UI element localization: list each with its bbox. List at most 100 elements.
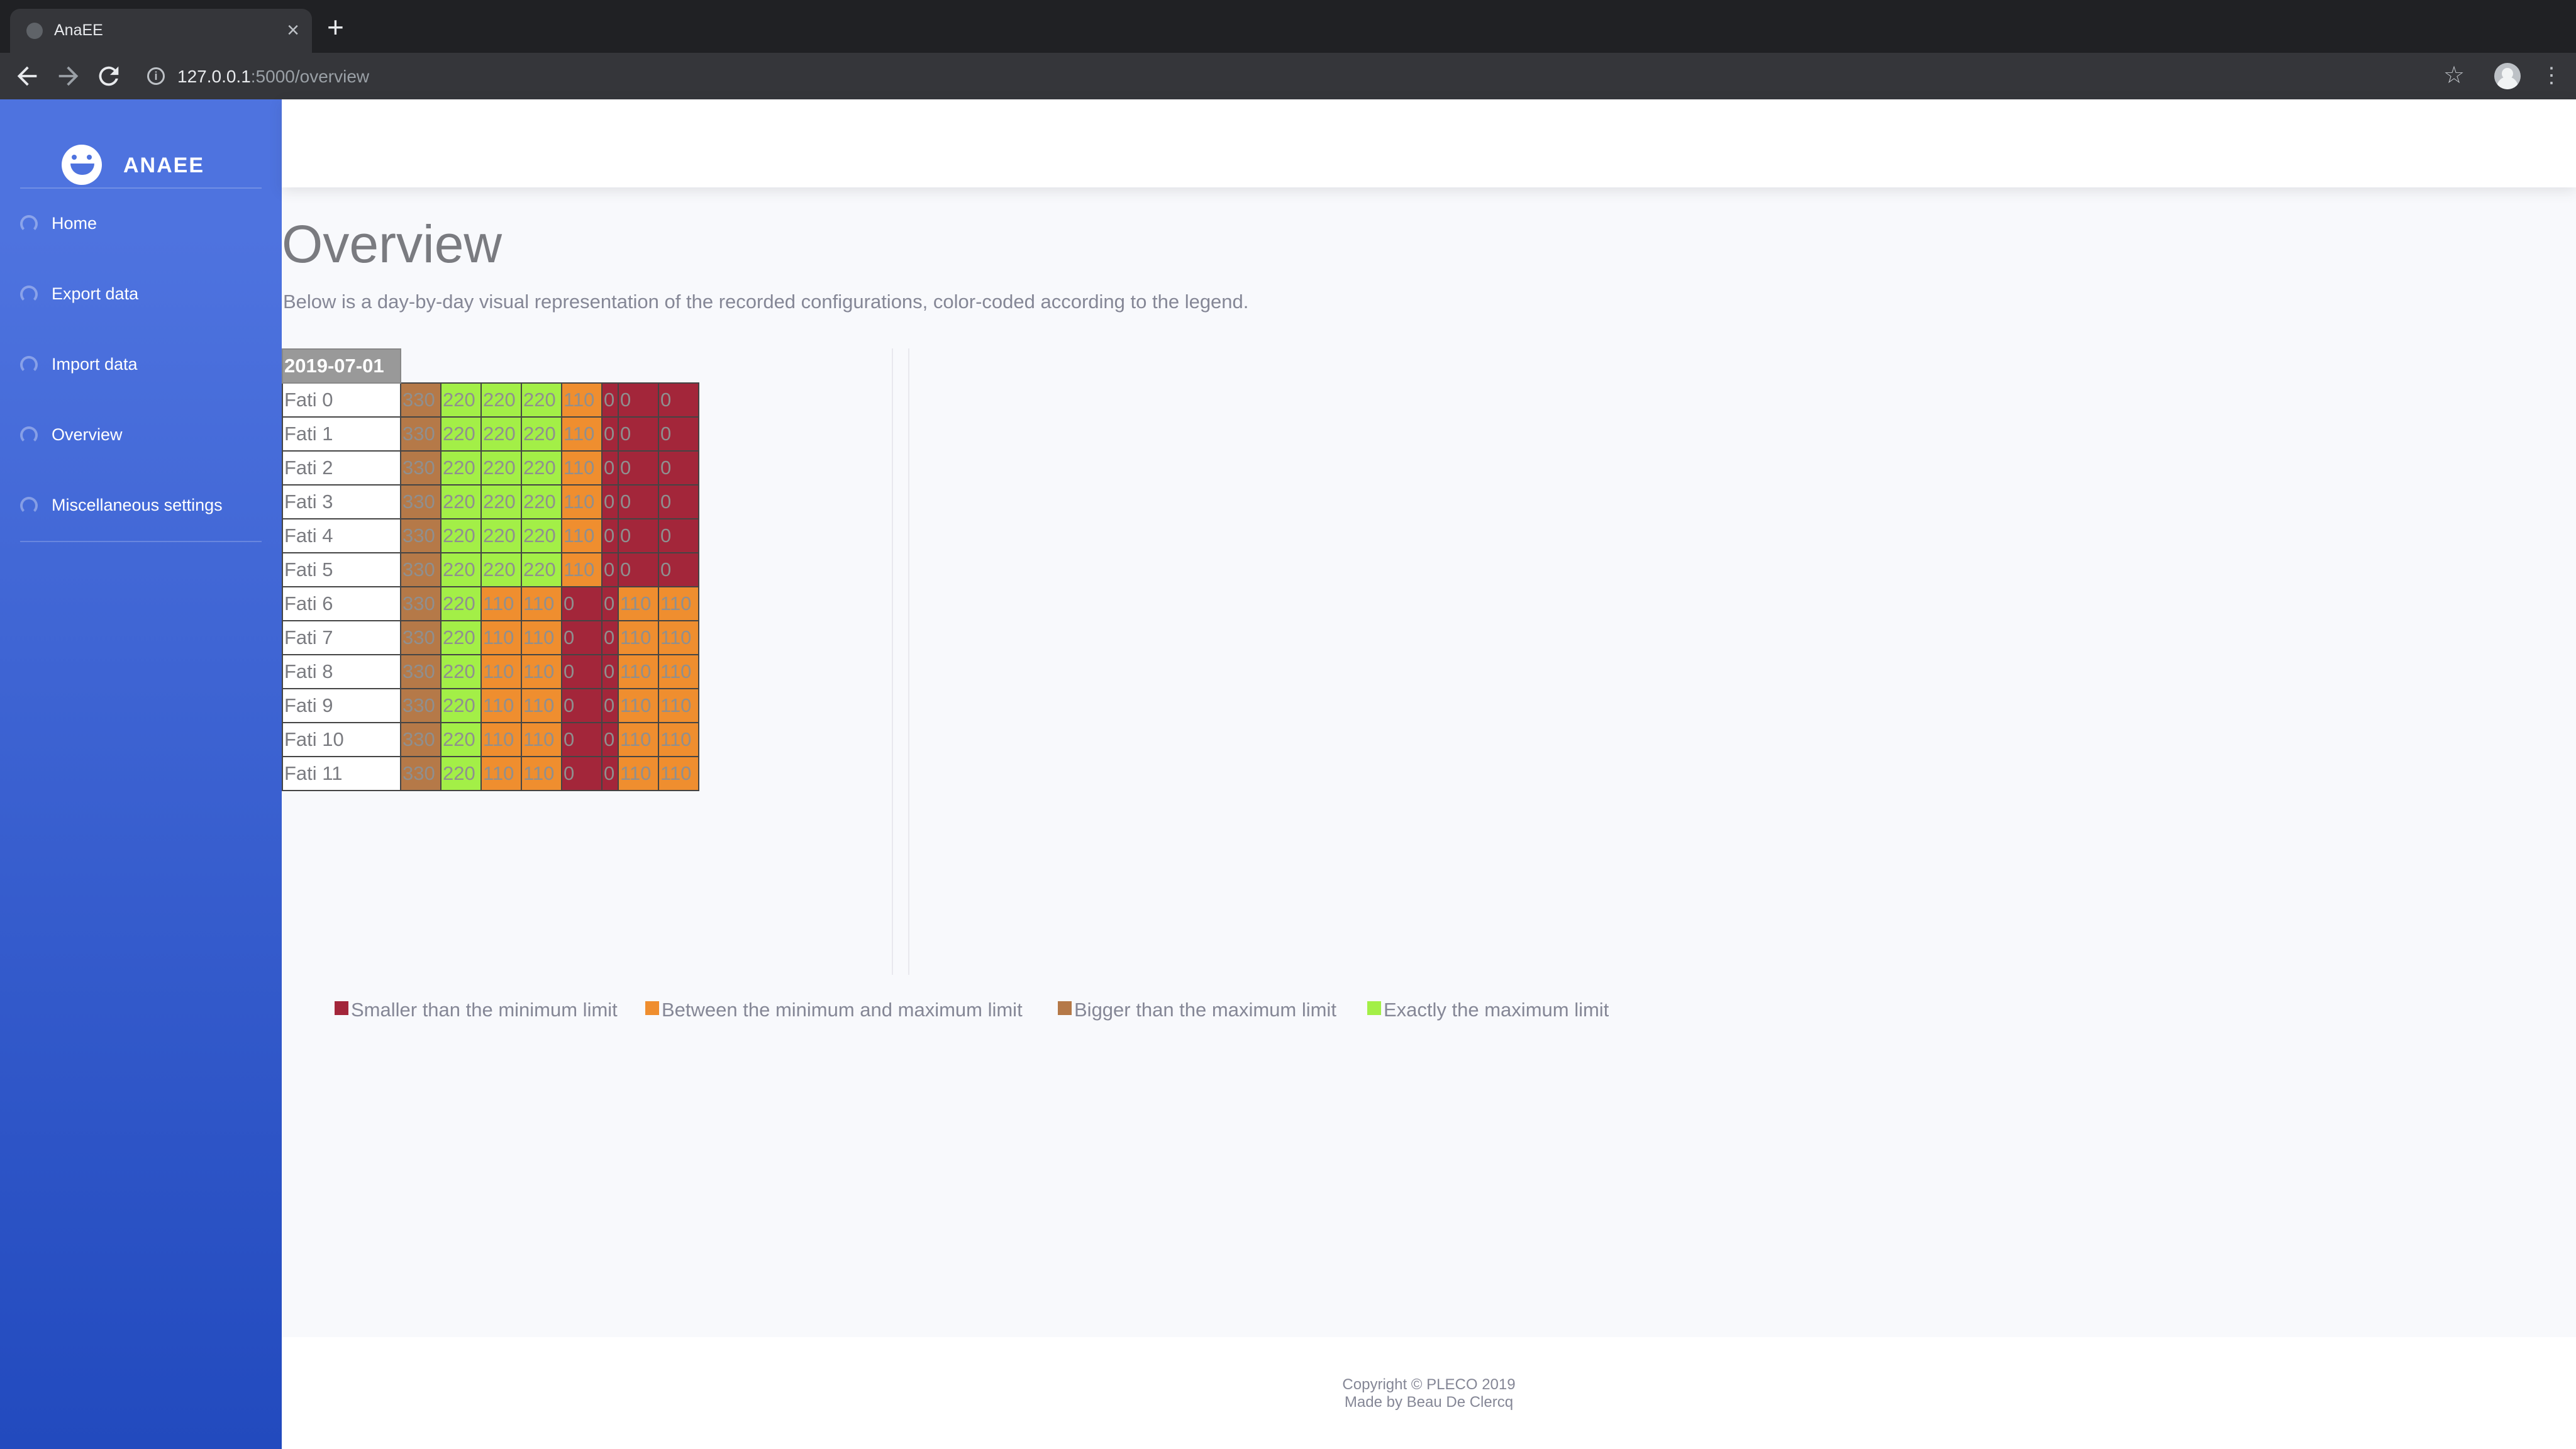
back-arrow-icon[interactable] xyxy=(13,62,42,91)
value-cell: 0 xyxy=(601,484,619,519)
value-cell: 110 xyxy=(658,620,699,655)
value-cell: 110 xyxy=(480,756,522,791)
value-cell: 0 xyxy=(601,586,619,621)
profile-avatar-icon[interactable] xyxy=(2494,63,2521,89)
row-label: Fati 2 xyxy=(282,450,401,486)
info-icon[interactable]: i xyxy=(147,67,165,85)
tachometer-icon xyxy=(20,426,38,444)
value-cell: 110 xyxy=(521,620,562,655)
value-cell: 0 xyxy=(618,416,659,452)
table-row: Fati 2 330 220 220 220 110 0 0 0 xyxy=(282,450,699,486)
table-row: Fati 3 330 220 220 220 110 0 0 0 xyxy=(282,484,699,519)
made-by-text: Made by Beau De Clercq xyxy=(1344,1394,1514,1411)
menu-kebab-icon[interactable]: ⋮ xyxy=(2541,60,2562,91)
value-cell: 330 xyxy=(400,586,441,621)
sidebar-item-label: Export data xyxy=(52,284,139,303)
browser-toolbar: i 127.0.0.1:5000/overview ☆ ⋮ xyxy=(0,53,2576,99)
value-cell: 110 xyxy=(618,688,659,723)
sidebar-item-label: Import data xyxy=(52,355,138,374)
page-description: Below is a day-by-day visual representat… xyxy=(283,291,1249,313)
value-cell: 0 xyxy=(561,756,602,791)
value-cell: 110 xyxy=(480,654,522,689)
value-cell: 110 xyxy=(658,756,699,791)
value-cell: 0 xyxy=(658,518,699,553)
value-cell: 220 xyxy=(440,382,482,418)
table-row: Fati 5 330 220 220 220 110 0 0 0 xyxy=(282,552,699,587)
value-cell: 0 xyxy=(618,484,659,519)
new-tab-icon[interactable]: + xyxy=(327,13,344,42)
legend-swatch xyxy=(1367,1001,1381,1015)
value-cell: 110 xyxy=(658,586,699,621)
value-cell: 110 xyxy=(561,416,602,452)
value-cell: 110 xyxy=(618,654,659,689)
value-cell: 330 xyxy=(400,382,441,418)
row-label: Fati 0 xyxy=(282,382,401,418)
sidebar: ANAEE Home Export data Import data Overv… xyxy=(0,99,282,1449)
value-cell: 110 xyxy=(480,688,522,723)
sidebar-brand[interactable]: ANAEE xyxy=(0,122,282,185)
table-row: Fati 4 330 220 220 220 110 0 0 0 xyxy=(282,518,699,553)
legend-swatch xyxy=(1058,1001,1072,1015)
row-label: Fati 8 xyxy=(282,654,401,689)
forward-arrow-icon[interactable] xyxy=(54,62,83,91)
sidebar-item-export-data[interactable]: Export data xyxy=(20,275,272,313)
value-cell: 0 xyxy=(561,620,602,655)
row-label: Fati 4 xyxy=(282,518,401,553)
sidebar-item-overview[interactable]: Overview xyxy=(20,416,272,454)
value-cell: 330 xyxy=(400,688,441,723)
value-cell: 0 xyxy=(601,620,619,655)
value-cell: 0 xyxy=(561,654,602,689)
reload-icon[interactable] xyxy=(94,62,123,91)
close-tab-icon[interactable]: × xyxy=(287,18,299,43)
value-cell: 330 xyxy=(400,552,441,587)
bookmark-star-icon[interactable]: ☆ xyxy=(2443,63,2465,88)
tachometer-icon xyxy=(20,356,38,374)
value-cell: 0 xyxy=(658,416,699,452)
value-cell: 0 xyxy=(601,382,619,418)
table-row: Fati 1 330 220 220 220 110 0 0 0 xyxy=(282,416,699,452)
value-cell: 330 xyxy=(400,450,441,486)
sidebar-item-home[interactable]: Home xyxy=(20,205,272,243)
value-cell: 0 xyxy=(601,552,619,587)
value-cell: 110 xyxy=(561,382,602,418)
legend-swatch xyxy=(335,1001,348,1015)
sidebar-item-label: Miscellaneous settings xyxy=(52,496,223,514)
value-cell: 110 xyxy=(521,654,562,689)
table-row: Fati 11 330 220 110 110 0 0 110 110 xyxy=(282,756,699,791)
address-bar[interactable]: i 127.0.0.1:5000/overview xyxy=(138,59,2459,93)
value-cell: 220 xyxy=(440,518,482,553)
value-cell: 110 xyxy=(521,756,562,791)
column-divider xyxy=(892,348,893,975)
value-cell: 110 xyxy=(618,620,659,655)
row-label: Fati 6 xyxy=(282,586,401,621)
legend-item: Smaller than the minimum limit xyxy=(335,999,618,1021)
value-cell: 110 xyxy=(521,722,562,757)
table-row: Fati 10 330 220 110 110 0 0 110 110 xyxy=(282,722,699,757)
value-cell: 0 xyxy=(561,586,602,621)
browser-tab[interactable]: AnaEE × xyxy=(10,9,312,53)
table-row: Fati 9 330 220 110 110 0 0 110 110 xyxy=(282,688,699,723)
sidebar-item-miscellaneous-settings[interactable]: Miscellaneous settings xyxy=(20,487,272,525)
value-cell: 0 xyxy=(618,382,659,418)
value-cell: 220 xyxy=(440,416,482,452)
tachometer-icon xyxy=(20,215,38,233)
value-cell: 110 xyxy=(480,586,522,621)
value-cell: 0 xyxy=(561,722,602,757)
topbar xyxy=(282,99,2576,187)
value-cell: 220 xyxy=(480,416,522,452)
overview-table: 2019-07-01 Fati 0 330 220 220 220 110 0 0 0 Fati … xyxy=(282,348,699,791)
sidebar-divider xyxy=(20,541,262,542)
header-spacer xyxy=(401,349,699,383)
value-cell: 110 xyxy=(618,722,659,757)
legend-swatch xyxy=(645,1001,659,1015)
sidebar-item-import-data[interactable]: Import data xyxy=(20,346,272,384)
value-cell: 110 xyxy=(521,688,562,723)
row-label: Fati 3 xyxy=(282,484,401,519)
value-cell: 110 xyxy=(521,586,562,621)
value-cell: 330 xyxy=(400,620,441,655)
footer: Copyright © PLECO 2019 Made by Beau De C… xyxy=(282,1337,2576,1449)
table-row: Fati 8 330 220 110 110 0 0 110 110 xyxy=(282,654,699,689)
value-cell: 220 xyxy=(440,552,482,587)
value-cell: 330 xyxy=(400,484,441,519)
copyright-text: Copyright © PLECO 2019 xyxy=(1342,1376,1516,1393)
